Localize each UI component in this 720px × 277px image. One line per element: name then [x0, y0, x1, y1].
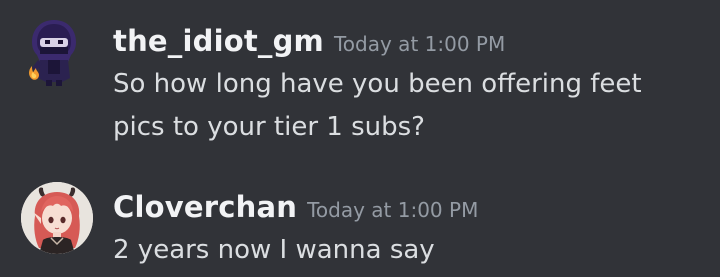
chat-message: Cloverchan Today at 1:00 PM 2 years now I… [0, 166, 720, 277]
message-text: 2 years now I wanna say [113, 235, 435, 265]
chat-message: the_idiot_gm Today at 1:00 PM So how long… [0, 0, 720, 160]
username[interactable]: the_idiot_gm [113, 24, 324, 58]
message-text: So how long have you been offering feet … [113, 69, 642, 142]
timestamp[interactable]: Today at 1:00 PM [307, 198, 478, 222]
username[interactable]: Cloverchan [113, 190, 297, 224]
message-header: Cloverchan Today at 1:00 PM [113, 190, 478, 224]
message-header: the_idiot_gm Today at 1:00 PM [113, 24, 505, 58]
timestamp[interactable]: Today at 1:00 PM [334, 32, 505, 56]
anime-girl-avatar-icon[interactable] [21, 182, 93, 254]
ninja-avatar-icon[interactable] [18, 16, 90, 88]
